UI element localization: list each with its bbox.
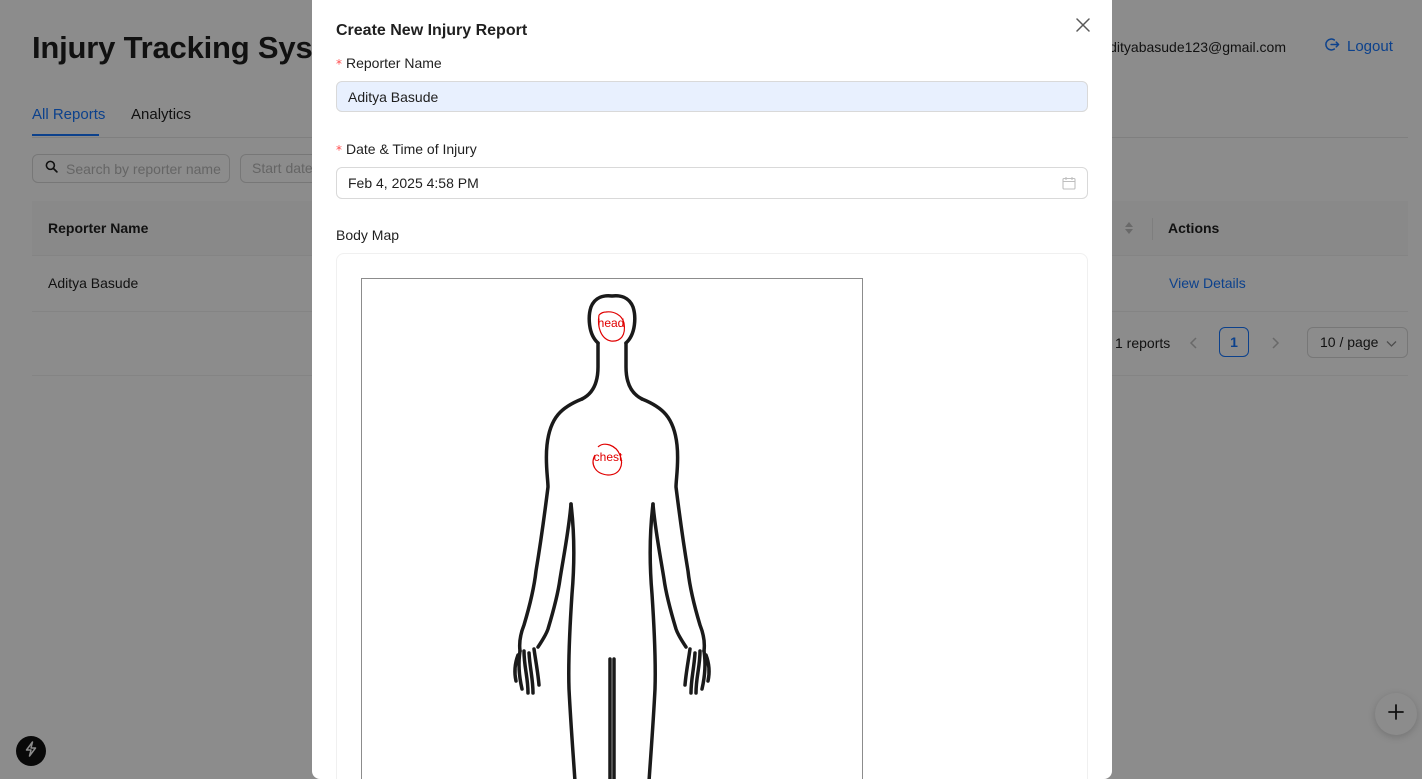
injury-marker-head[interactable]: head [598, 311, 626, 342]
reporter-name-label-text: Reporter Name [346, 55, 442, 71]
close-button[interactable] [1072, 16, 1094, 38]
modal-title: Create New Injury Report [336, 22, 528, 39]
body-map-card: head chest [336, 253, 1088, 779]
injury-marker-chest[interactable]: chest [592, 443, 623, 476]
required-marker: * [336, 143, 342, 157]
datetime-label-text: Date & Time of Injury [346, 141, 477, 157]
required-marker: * [336, 57, 342, 71]
marker-label-chest: chest [594, 450, 623, 464]
body-map-label: Body Map [336, 227, 400, 243]
body-map-canvas[interactable]: head chest [361, 278, 863, 779]
create-report-modal: Create New Injury Report * Reporter Name … [312, 0, 1112, 779]
calendar-icon [1062, 176, 1076, 190]
injury-markers-layer: head chest [592, 311, 626, 476]
marker-label-head: head [598, 316, 625, 330]
close-icon [1076, 17, 1090, 37]
datetime-label: * Date & Time of Injury [336, 141, 477, 157]
reporter-name-input[interactable] [336, 81, 1088, 112]
datetime-picker[interactable]: Feb 4, 2025 4:58 PM [336, 167, 1088, 199]
reporter-name-label: * Reporter Name [336, 55, 442, 71]
datetime-value: Feb 4, 2025 4:58 PM [348, 175, 479, 191]
